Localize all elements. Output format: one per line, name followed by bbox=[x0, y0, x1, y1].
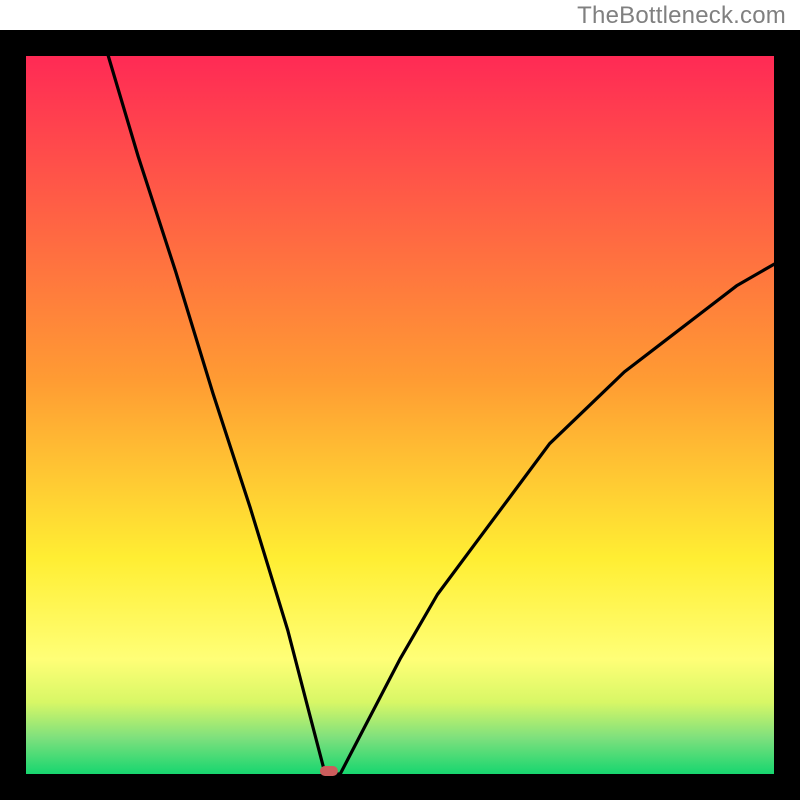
bottleneck-chart bbox=[0, 0, 800, 800]
watermark-text: TheBottleneck.com bbox=[577, 2, 786, 30]
